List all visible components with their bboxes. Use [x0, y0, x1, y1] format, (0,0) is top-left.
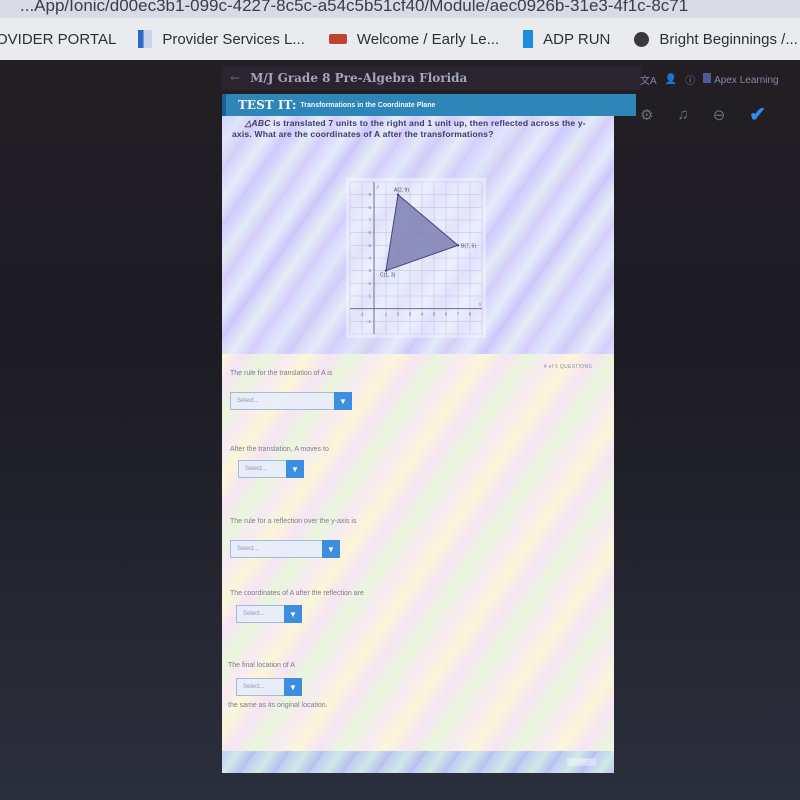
- globe-icon: [634, 31, 650, 47]
- vertex-label-a: A(2, 9): [394, 188, 409, 194]
- part-3-prompt: The rule for a reflection over the y-axi…: [230, 518, 357, 525]
- part-5-select[interactable]: Select... ▼: [236, 678, 302, 696]
- part-4-select[interactable]: Select... ▼: [236, 605, 302, 623]
- settings-icon[interactable]: ⚙: [640, 106, 653, 124]
- document-icon: [138, 30, 153, 48]
- triangle-name: △ABC: [244, 118, 271, 128]
- activity-tools: ⚙ ♫ ⊖ ✔: [640, 102, 766, 127]
- vertex-a: [396, 193, 400, 196]
- part-2-select[interactable]: Select... ▼: [238, 460, 304, 478]
- chevron-down-icon[interactable]: ▼: [334, 392, 352, 410]
- top-tools: 文A 👤 ⓘ Apex Learning: [640, 72, 779, 87]
- chevron-down-icon[interactable]: ▼: [286, 460, 304, 478]
- select-placeholder: Select...: [237, 398, 259, 404]
- test-subtitle: Transformations in the Coordinate Plane: [300, 101, 436, 109]
- part-4-prompt: The coordinates of A after the reflectio…: [230, 590, 364, 597]
- bookmark-provider-portal[interactable]: OVIDER PORTAL: [0, 31, 116, 48]
- chevron-down-icon[interactable]: ▼: [284, 678, 302, 696]
- question-body: is translated 7 units to the right and 1…: [232, 118, 586, 139]
- coordinate-plane: -1 1 2 3 4 5 6 7 8-1123456789xyA(2, 9)B(7, 5)C(1…: [346, 178, 486, 338]
- apex-logo: Apex Learning: [703, 73, 779, 86]
- part-2-prompt: After the translation, A moves to: [230, 446, 329, 453]
- audio-icon[interactable]: ♫: [677, 106, 688, 123]
- translate-icon[interactable]: 文A: [640, 72, 657, 87]
- course-title: M/J Grade 8 Pre-Algebra Florida: [250, 71, 468, 85]
- answer-section: 4 of 5 QUESTIONS The rule for the transl…: [222, 354, 614, 754]
- course-header: ← M/J Grade 8 Pre-Algebra Florida: [222, 66, 642, 90]
- part-5-prompt: The final location of A: [228, 662, 295, 669]
- part-5-suffix: the same as its original location.: [228, 702, 328, 709]
- question-progress: 4 of 5 QUESTIONS: [543, 364, 592, 370]
- adp-bookmark-icon: [523, 30, 534, 48]
- url-text: ...App/Ionic/d00ec3b1-099c-4227-8c5c-a54…: [20, 0, 689, 15]
- vertex-b: [456, 244, 460, 247]
- bookmark-label: Provider Services L...: [162, 30, 305, 48]
- chevron-down-icon[interactable]: ▼: [284, 605, 302, 623]
- bookmark-bright-beginnings[interactable]: Bright Beginnings /...: [634, 30, 798, 48]
- bookmark-label: ADP RUN: [543, 30, 611, 48]
- question-stem: △ABC is translated 7 units to the right …: [222, 116, 614, 354]
- user-profile-icon[interactable]: 👤: [665, 74, 677, 85]
- part-1-select[interactable]: Select... ▼: [230, 392, 352, 410]
- part-3-select[interactable]: Select... ▼: [230, 540, 340, 558]
- address-bar[interactable]: ...App/Ionic/d00ec3b1-099c-4227-8c5c-a54…: [0, 0, 800, 18]
- question-panel: △ABC is translated 7 units to the right …: [222, 116, 614, 773]
- select-placeholder: Select...: [237, 546, 259, 552]
- part-1-prompt: The rule for the translation of A is: [230, 370, 333, 377]
- bookmark-label: Bright Beginnings /...: [659, 30, 798, 48]
- test-header: TEST IT: Transformations in the Coordina…: [222, 94, 636, 116]
- bookmarks-bar: OVIDER PORTAL Provider Services L... Wel…: [0, 18, 800, 60]
- question-text: △ABC is translated 7 units to the right …: [232, 118, 602, 140]
- bookmark-adp-run[interactable]: ADP RUN: [523, 30, 610, 48]
- vertex-label-c: C(1, 3): [380, 273, 396, 279]
- select-placeholder: Select...: [245, 466, 267, 472]
- submit-button[interactable]: SUBMIT: [566, 758, 596, 766]
- chevron-down-icon[interactable]: ▼: [322, 540, 340, 558]
- bookmark-welcome-early-learning[interactable]: Welcome / Early Le...: [328, 30, 500, 48]
- footer-bar: SUBMIT: [222, 751, 614, 773]
- back-arrow-icon[interactable]: ←: [230, 71, 240, 85]
- bookmark-label: OVIDER PORTAL: [0, 30, 117, 48]
- brand-name: Apex Learning: [714, 75, 779, 86]
- bookmark-provider-services[interactable]: Provider Services L...: [138, 30, 305, 48]
- bookmark-label: Welcome / Early Le...: [356, 30, 500, 48]
- vertex-c: [384, 269, 388, 272]
- help-icon[interactable]: ⓘ: [685, 72, 695, 87]
- x-tick-label: -1: [360, 312, 364, 317]
- checkmark-icon[interactable]: ✔: [749, 102, 766, 127]
- y-tick-label: -1: [367, 319, 371, 324]
- vertex-label-b: B(7, 5): [461, 243, 476, 249]
- select-placeholder: Select...: [243, 684, 265, 690]
- test-label: TEST IT:: [238, 98, 297, 112]
- minus-circle-icon[interactable]: ⊖: [713, 106, 726, 124]
- select-placeholder: Select...: [243, 611, 265, 617]
- apex-logo-icon: [703, 73, 712, 83]
- oel-logo-icon: [328, 34, 347, 44]
